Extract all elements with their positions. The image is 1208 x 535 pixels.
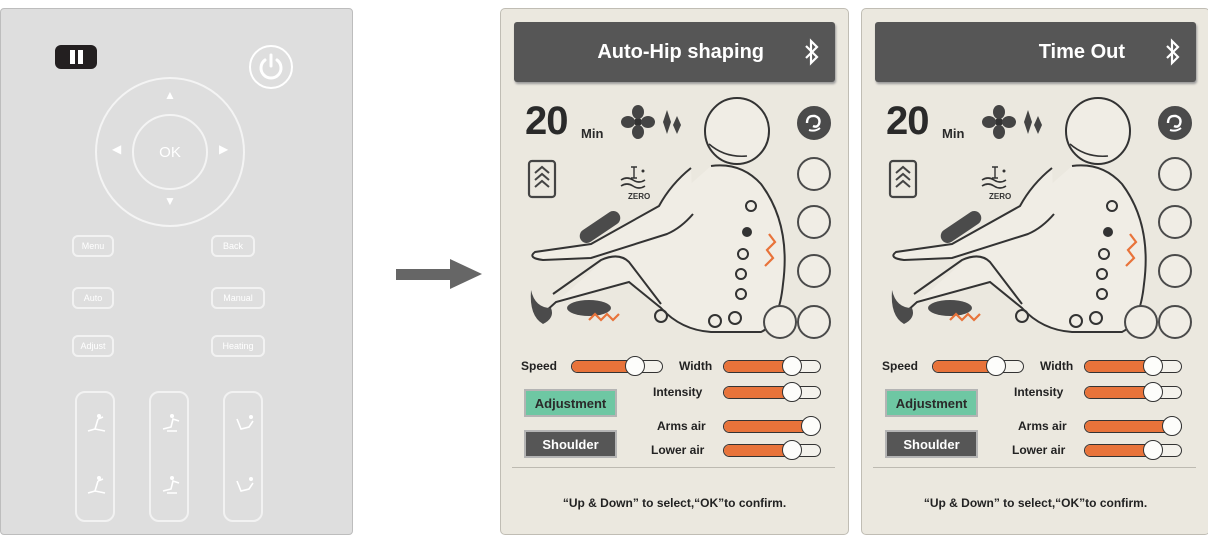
legrest-down-icon [236,477,254,492]
arrow-right-icon[interactable]: ▶ [219,143,228,155]
lower-air-slider[interactable] [723,444,821,457]
arms-air-slider-fill [1085,421,1171,432]
display-panel-1: Auto-Hip shaping 20 Min ZERO Speed Width… [500,8,849,535]
ok-button[interactable]: OK [132,114,208,190]
intensity-slider[interactable] [723,386,821,399]
mode-button-3[interactable] [797,205,831,239]
intensity-label: Intensity [1014,385,1064,399]
heating-button[interactable]: Heating [211,335,265,357]
instruction-text: “Up & Down” to select,“OK”to confirm. [562,496,787,510]
arms-air-label: Arms air [1018,419,1067,433]
seat-massage-icon [162,476,180,494]
shoulder-button[interactable]: Shoulder [885,430,978,458]
menu-button[interactable]: Menu [72,235,114,257]
mode-button-4[interactable] [1158,254,1192,288]
adjustment-button[interactable]: Adjustment [524,389,617,417]
width-label: Width [679,359,713,373]
lower-air-slider-knob[interactable] [781,440,802,460]
width-slider-knob[interactable] [781,356,802,376]
auto-button[interactable]: Auto [72,287,114,309]
width-slider-knob[interactable] [1142,356,1163,376]
body-massage-diagram [530,97,786,333]
lower-air-slider-fill [724,445,789,456]
mode-title: Time Out [1038,41,1125,63]
swirl-icon [1166,114,1182,132]
mode-button-1[interactable] [797,106,831,140]
recline-up-icon [87,414,106,432]
title-bar: Time Out [875,22,1196,82]
legrest-up-icon [236,415,254,430]
shoulder-button[interactable]: Shoulder [524,430,617,458]
mode-button-2[interactable] [797,157,831,191]
speed-slider-knob[interactable] [986,356,1006,376]
speed-slider-knob[interactable] [625,356,645,376]
arrow-left-icon[interactable]: ◀ [112,143,121,155]
width-label: Width [1040,359,1074,373]
width-slider-fill [724,361,789,372]
intensity-slider[interactable] [1084,386,1182,399]
remote-control: ▲ ▼ ◀ ▶ OK Menu Back Auto Manual Adjust … [0,8,353,535]
speed-slider-fill [933,361,993,372]
intensity-slider-fill [724,387,789,398]
intensity-slider-knob[interactable] [1142,382,1163,402]
mode-button-4[interactable] [797,254,831,288]
mode-button-5[interactable] [763,305,797,339]
speed-slider[interactable] [571,360,663,373]
pause-button[interactable] [55,45,97,69]
body-massage-diagram [891,97,1147,333]
divider [512,467,835,468]
instruction-text: “Up & Down” to select,“OK”to confirm. [923,496,1148,510]
mode-button-5[interactable] [1124,305,1158,339]
lower-air-slider[interactable] [1084,444,1182,457]
speed-label: Speed [882,359,919,373]
lower-air-slider-fill [1085,445,1150,456]
mode-title: Auto-Hip shaping [597,41,764,63]
lower-air-label: Lower air [651,443,705,457]
adjust-button[interactable]: Adjust [72,335,114,357]
intensity-slider-knob[interactable] [781,382,802,402]
bluetooth-icon [1166,38,1180,66]
mode-button-1[interactable] [1158,106,1192,140]
legrest-buttons[interactable] [223,391,263,522]
width-slider-fill [1085,361,1150,372]
mode-button-3[interactable] [1158,205,1192,239]
arrow-up-icon[interactable]: ▲ [164,89,176,101]
recline-down-icon [87,476,106,494]
power-button[interactable] [249,45,293,89]
back-button[interactable]: Back [211,235,255,257]
arrow-down-icon[interactable]: ▼ [164,195,176,207]
intensity-slider-fill [1085,387,1150,398]
adjustment-button[interactable]: Adjustment [885,389,978,417]
display-panel-2: Time Out 20 Min ZERO Speed Width Intensi… [861,8,1208,535]
speed-label: Speed [521,359,558,373]
lower-air-slider-knob[interactable] [1142,440,1163,460]
swirl-icon [805,114,821,132]
width-slider[interactable] [1084,360,1182,373]
power-icon [259,53,283,80]
manual-button[interactable]: Manual [211,287,265,309]
speed-slider-fill [572,361,632,372]
arms-air-slider-knob[interactable] [1162,416,1182,436]
intensity-label: Intensity [653,385,703,399]
arms-air-slider-fill [724,421,810,432]
arms-air-slider-knob[interactable] [801,416,821,436]
speed-slider[interactable] [932,360,1024,373]
title-bar: Auto-Hip shaping [514,22,835,82]
mode-button-2[interactable] [1158,157,1192,191]
lower-air-label: Lower air [1012,443,1066,457]
arms-air-label: Arms air [657,419,706,433]
mode-button-6[interactable] [1158,305,1192,339]
width-slider[interactable] [723,360,821,373]
mode-button-6[interactable] [797,305,831,339]
seat-massage-buttons[interactable] [149,391,189,522]
bluetooth-icon [805,38,819,66]
foot-massage-icon [162,414,180,432]
divider [873,467,1196,468]
right-arrow-icon [396,259,482,289]
recline-buttons[interactable] [75,391,115,522]
